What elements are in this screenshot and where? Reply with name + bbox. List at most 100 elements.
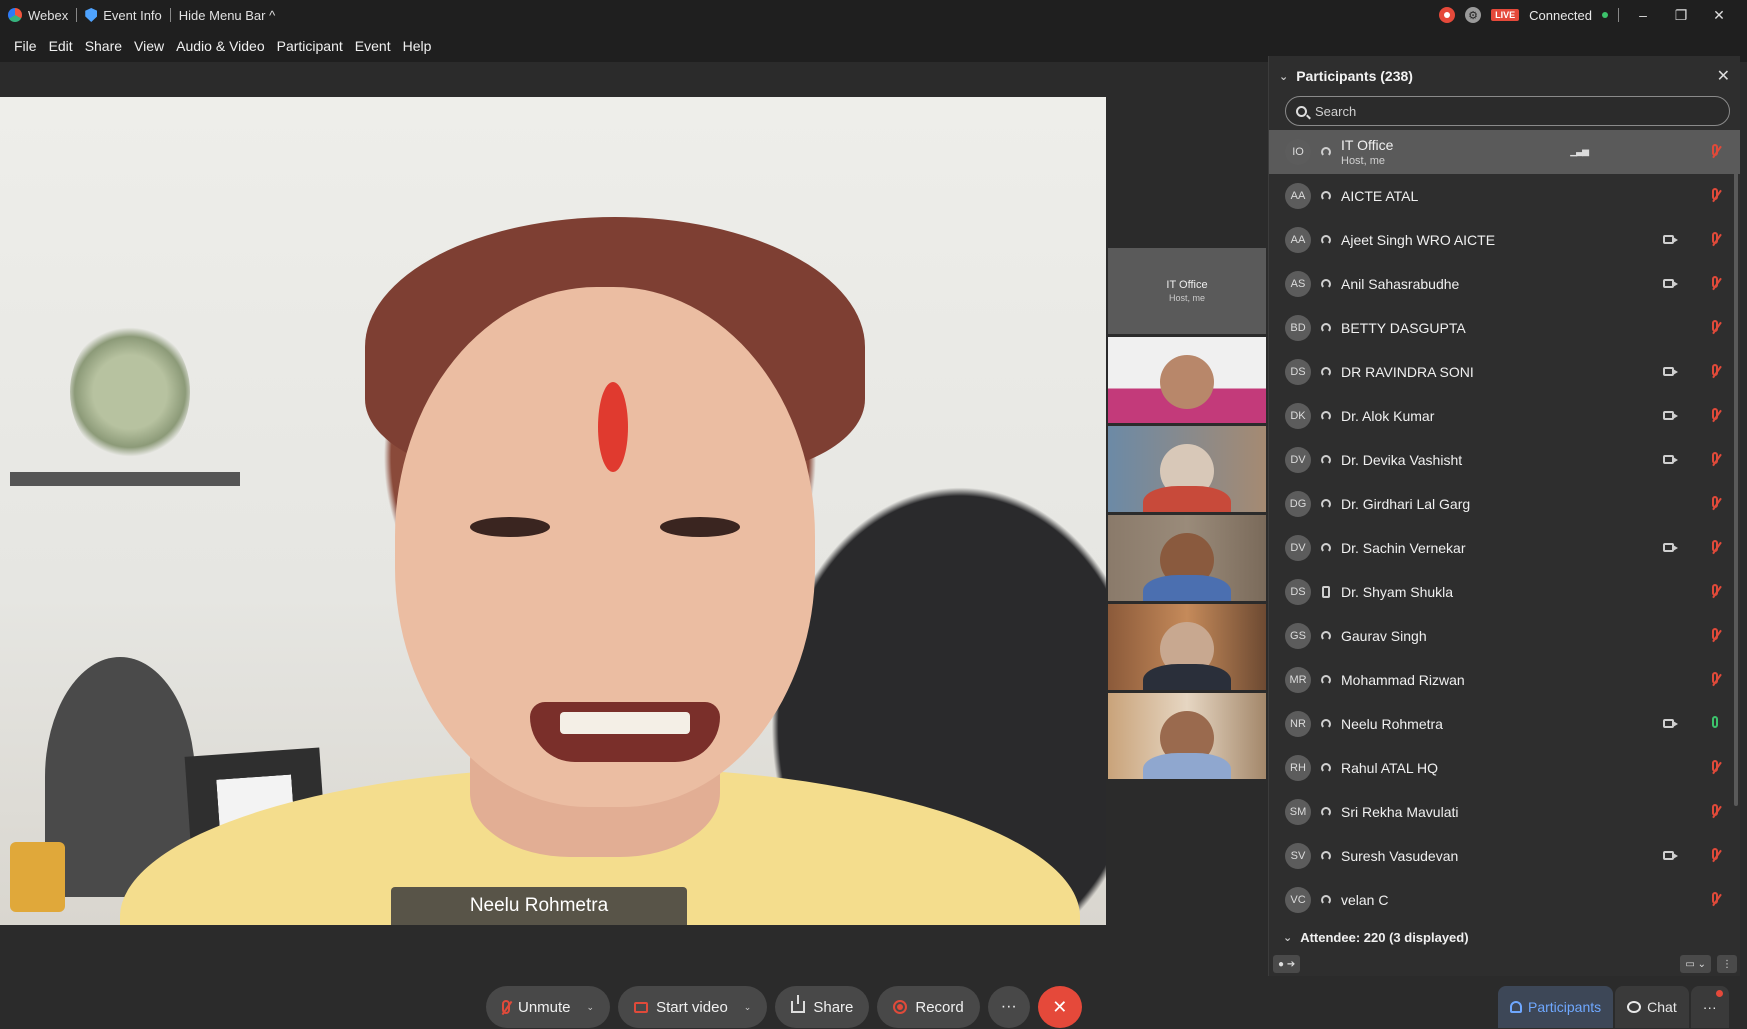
chevron-down-icon[interactable]: ⌄ — [1279, 70, 1288, 83]
muted-mic-icon[interactable] — [1712, 188, 1718, 200]
tab-more[interactable]: ··· — [1690, 986, 1729, 1028]
muted-mic-icon[interactable] — [1712, 804, 1718, 816]
participant-row[interactable]: RH Rahul ATAL HQ — [1269, 746, 1740, 790]
share-button[interactable]: Share — [775, 986, 870, 1028]
video-camera-icon[interactable] — [1663, 411, 1678, 420]
menu-edit[interactable]: Edit — [43, 38, 79, 54]
participant-row[interactable]: SM Sri Rekha Mavulati — [1269, 790, 1740, 834]
close-panel-icon[interactable]: ✕ — [1717, 66, 1730, 86]
restore-button[interactable]: ❐ — [1667, 7, 1695, 24]
close-window-button[interactable]: ✕ — [1705, 7, 1733, 24]
shield-icon — [85, 8, 98, 22]
panel-options-button[interactable]: ▭ ⌄ — [1680, 955, 1711, 973]
thumbnail-video[interactable] — [1108, 515, 1266, 601]
video-camera-icon[interactable] — [1663, 279, 1678, 288]
raise-hand-toggle[interactable]: ● ➔ — [1273, 955, 1301, 973]
participants-header[interactable]: ⌄ Participants (238) ✕ — [1269, 56, 1740, 96]
muted-mic-icon[interactable] — [1712, 408, 1718, 420]
record-button[interactable]: Record — [877, 986, 980, 1028]
participant-row[interactable]: NR Neelu Rohmetra — [1269, 702, 1740, 746]
muted-mic-icon[interactable] — [1712, 540, 1718, 552]
menu-audio-video[interactable]: Audio & Video — [170, 38, 270, 54]
video-camera-icon[interactable] — [1663, 851, 1678, 860]
video-camera-icon[interactable] — [1663, 367, 1678, 376]
menu-share[interactable]: Share — [79, 38, 128, 54]
participant-row[interactable]: AA Ajeet Singh WRO AICTE — [1269, 218, 1740, 262]
avatar: AS — [1285, 271, 1311, 297]
start-video-label: Start video — [656, 998, 728, 1016]
muted-mic-icon[interactable] — [1712, 276, 1718, 288]
chevron-down-icon[interactable]: ⌄ — [744, 1002, 752, 1013]
chevron-down-icon[interactable]: ⌄ — [587, 1002, 595, 1013]
more-options-button[interactable]: ··· — [987, 986, 1030, 1028]
main-speaker-video[interactable]: Neelu Rohmetra — [0, 97, 1106, 925]
participant-row[interactable]: DS DR RAVINDRA SONI — [1269, 350, 1740, 394]
participant-row[interactable]: MR Mohammad Rizwan — [1269, 658, 1740, 702]
menu-help[interactable]: Help — [397, 38, 438, 54]
panel-more-button[interactable]: ⋮ — [1717, 955, 1737, 973]
participant-row[interactable]: BD BETTY DASGUPTA — [1269, 306, 1740, 350]
participant-row[interactable]: AA AICTE ATAL — [1269, 174, 1740, 218]
video-camera-icon[interactable] — [1663, 455, 1678, 464]
participant-name: Sri Rekha Mavulati — [1341, 804, 1459, 820]
recording-icon[interactable] — [1439, 7, 1456, 23]
thumbnail-video[interactable] — [1108, 426, 1266, 512]
video-camera-icon[interactable] — [1663, 719, 1678, 728]
participant-row[interactable]: DS Dr. Shyam Shukla — [1269, 570, 1740, 614]
muted-mic-icon[interactable] — [1712, 320, 1718, 332]
participant-row[interactable]: AS Anil Sahasrabudhe — [1269, 262, 1740, 306]
menu-view[interactable]: View — [128, 38, 170, 54]
event-info-button[interactable]: Event Info — [77, 0, 170, 30]
search-box[interactable] — [1285, 96, 1730, 126]
tab-more-label: ··· — [1702, 999, 1717, 1015]
participant-row[interactable]: VC velan C — [1269, 878, 1740, 922]
muted-mic-icon[interactable] — [1712, 452, 1718, 464]
chevron-down-icon[interactable]: ⌄ — [1283, 931, 1292, 944]
live-badge: LIVE — [1491, 9, 1520, 21]
muted-mic-icon[interactable] — [1712, 892, 1718, 904]
participant-name: Neelu Rohmetra — [1341, 716, 1443, 732]
leave-meeting-button[interactable]: ✕ — [1037, 986, 1082, 1028]
participant-row[interactable]: DV Dr. Sachin Vernekar — [1269, 526, 1740, 570]
speaker-teeth — [560, 712, 690, 734]
muted-mic-icon[interactable] — [1712, 364, 1718, 376]
muted-mic-icon[interactable] — [1712, 672, 1718, 684]
thumbnail-video[interactable] — [1108, 604, 1266, 690]
muted-mic-icon[interactable] — [1712, 848, 1718, 860]
thumbnail-host[interactable]: IT Office Host, me — [1108, 248, 1266, 334]
muted-mic-icon[interactable] — [1712, 232, 1718, 244]
start-video-button[interactable]: Start video ⌄ — [618, 986, 768, 1028]
video-camera-icon[interactable] — [1663, 235, 1678, 244]
tab-participants[interactable]: Participants — [1498, 986, 1614, 1028]
settings-icon[interactable]: ⚙ — [1465, 7, 1482, 23]
video-camera-icon[interactable] — [1663, 543, 1678, 552]
unmute-button[interactable]: Unmute ⌄ — [486, 986, 611, 1028]
muted-mic-icon[interactable] — [1712, 496, 1718, 508]
minimize-button[interactable]: – — [1629, 7, 1657, 23]
participant-row[interactable]: IO IT Office Host, me ▁▃▅ — [1269, 130, 1740, 174]
thumbnail-video[interactable] — [1108, 337, 1266, 423]
participant-row[interactable]: SV Suresh Vasudevan — [1269, 834, 1740, 878]
muted-mic-icon[interactable] — [1712, 144, 1718, 156]
attendee-header[interactable]: ⌄ Attendee: 220 (3 displayed) — [1269, 922, 1740, 952]
participant-row[interactable]: DK Dr. Alok Kumar — [1269, 394, 1740, 438]
muted-mic-icon[interactable] — [1712, 584, 1718, 596]
mic-icon[interactable] — [1712, 716, 1718, 728]
scrollbar[interactable] — [1734, 166, 1738, 806]
muted-mic-icon[interactable] — [1712, 760, 1718, 772]
record-label: Record — [915, 998, 964, 1016]
thumbnail-video[interactable] — [1108, 693, 1266, 779]
menu-participant[interactable]: Participant — [271, 38, 349, 54]
participant-row[interactable]: DV Dr. Devika Vashisht — [1269, 438, 1740, 482]
search-input[interactable] — [1315, 103, 1695, 119]
tab-chat[interactable]: Chat — [1615, 986, 1689, 1028]
menu-file[interactable]: File — [8, 38, 43, 54]
participant-row[interactable]: GS Gaurav Singh — [1269, 614, 1740, 658]
participant-text: Dr. Devika Vashisht — [1341, 452, 1462, 468]
app-name: Webex — [28, 7, 69, 23]
muted-mic-icon[interactable] — [1712, 628, 1718, 640]
hide-menu-bar-button[interactable]: Hide Menu Bar ^ — [171, 0, 283, 30]
menu-event[interactable]: Event — [349, 38, 397, 54]
app-title[interactable]: Webex — [0, 0, 76, 30]
participant-row[interactable]: DG Dr. Girdhari Lal Garg — [1269, 482, 1740, 526]
